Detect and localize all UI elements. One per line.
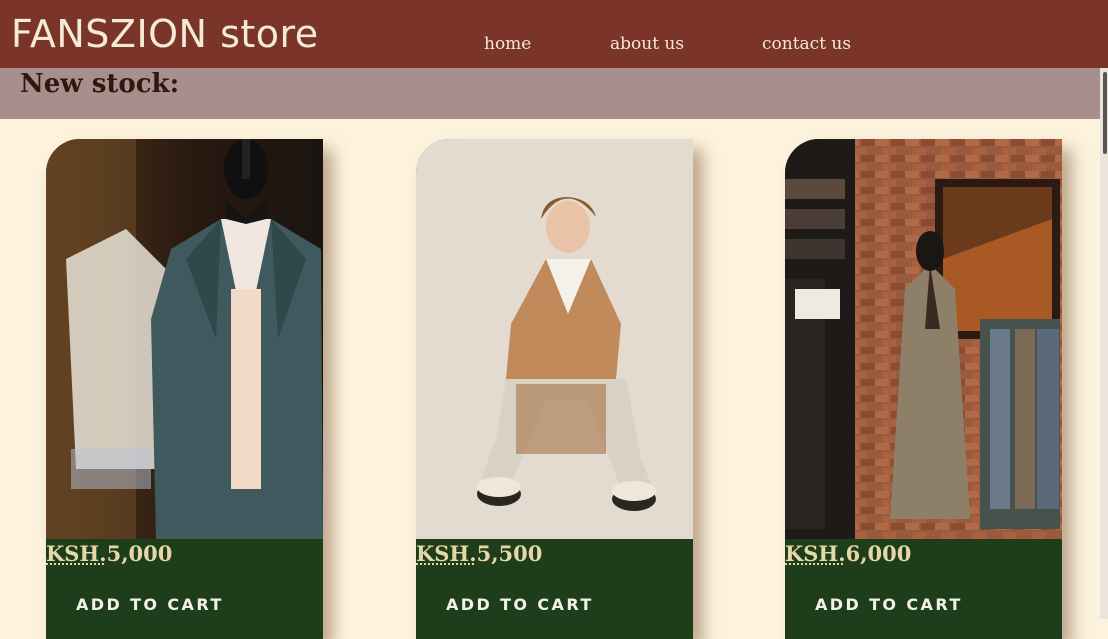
product-price: KSH.6,000 <box>785 542 911 566</box>
price-value: 5,500 <box>477 541 543 566</box>
product-price: KSH.5,500 <box>416 542 542 566</box>
brand-logo[interactable]: FANSZION store <box>11 12 319 56</box>
nav-link-contact-us[interactable]: contact us <box>762 34 851 54</box>
price-value: 5,000 <box>107 541 173 566</box>
add-to-cart-button[interactable]: ADD TO CART <box>815 595 963 615</box>
top-navbar: FANSZION store home about us contact us <box>0 0 1108 68</box>
add-to-cart-button[interactable]: ADD TO CART <box>76 595 224 615</box>
product-card: KSH.6,000 ADD TO CART <box>785 139 1062 639</box>
currency-label: KSH. <box>785 541 846 566</box>
add-to-cart-button[interactable]: ADD TO CART <box>446 595 594 615</box>
nav-link-home[interactable]: home <box>484 34 531 54</box>
product-card: KSH.5,000 ADD TO CART <box>46 139 323 639</box>
scrollbar-thumb[interactable] <box>1103 72 1107 154</box>
product-image[interactable] <box>46 139 323 539</box>
product-image[interactable] <box>785 139 1062 539</box>
section-title: New stock: <box>20 68 179 100</box>
currency-label: KSH. <box>46 541 107 566</box>
currency-label: KSH. <box>416 541 477 566</box>
product-image[interactable] <box>416 139 693 539</box>
product-card: KSH.5,500 ADD TO CART <box>416 139 693 639</box>
product-price: KSH.5,000 <box>46 542 172 566</box>
price-value: 6,000 <box>846 541 912 566</box>
nav-link-about-us[interactable]: about us <box>610 34 684 54</box>
